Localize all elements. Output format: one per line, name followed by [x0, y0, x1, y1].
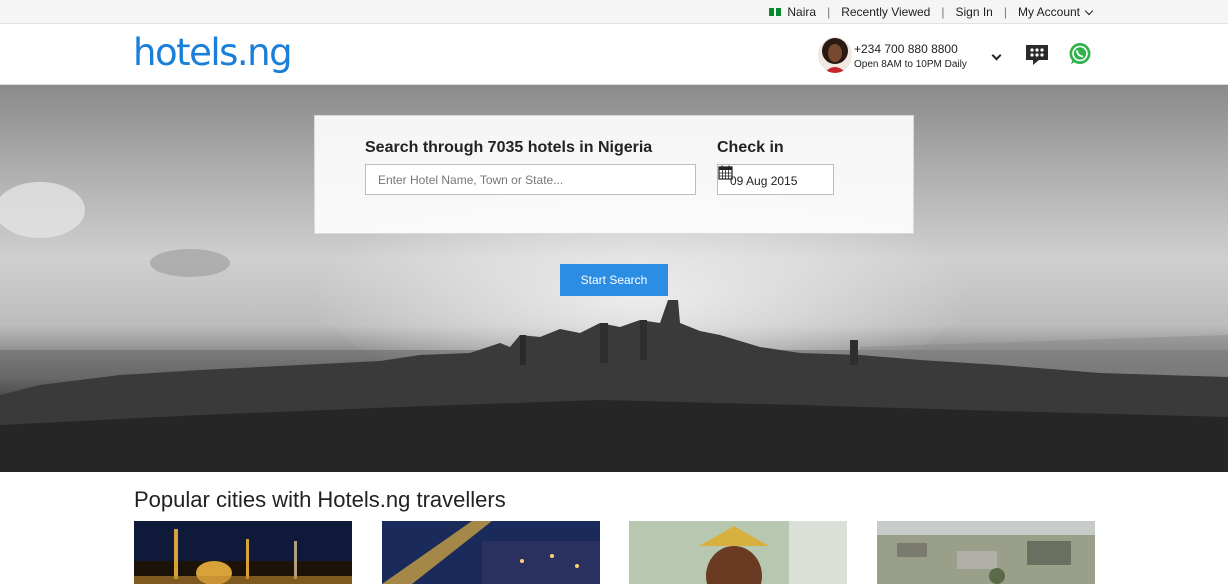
city-photo-mosque	[134, 521, 352, 584]
site-logo[interactable]: hotels.ng	[133, 31, 293, 75]
top-utility-bar: Naira | Recently Viewed | Sign In | My A…	[0, 0, 1228, 24]
my-account-menu[interactable]: My Account	[1017, 5, 1094, 19]
recently-viewed-link[interactable]: Recently Viewed	[841, 5, 930, 19]
hero-banner: Search through 7035 hotels in Nigeria Ch…	[0, 85, 1228, 472]
my-account-label: My Account	[1017, 5, 1080, 19]
contact-dropdown-chevron-icon[interactable]	[991, 50, 1002, 61]
site-header: hotels.ng +234 700 880 8800 Open 8AM to …	[0, 25, 1228, 85]
city-card-1[interactable]	[134, 521, 352, 584]
start-search-button[interactable]: Start Search	[560, 264, 668, 296]
hotel-search-panel: Search through 7035 hotels in Nigeria Ch…	[314, 115, 914, 234]
whatsapp-icon[interactable]	[1068, 42, 1092, 66]
nigeria-flag-icon	[769, 8, 783, 16]
bbm-icon[interactable]	[1024, 43, 1050, 67]
city-photo-aerial	[877, 521, 1095, 584]
support-phone[interactable]: +234 700 880 8800	[854, 42, 958, 56]
city-card-4[interactable]	[877, 521, 1095, 584]
chevron-down-icon	[1084, 6, 1094, 15]
support-agent-avatar	[818, 37, 852, 73]
hotel-search-input[interactable]	[365, 164, 696, 195]
checkin-label: Check in	[717, 139, 784, 156]
calendar-icon[interactable]	[718, 165, 733, 180]
city-photo-festival	[629, 521, 847, 584]
checkin-date-field[interactable]: 09 Aug 2015	[717, 164, 834, 195]
currency-selector[interactable]: Naira	[787, 5, 816, 19]
checkin-date-value: 09 Aug 2015	[730, 174, 798, 188]
support-hours: Open 8AM to 10PM Daily	[854, 59, 967, 70]
search-title: Search through 7035 hotels in Nigeria	[365, 139, 653, 156]
city-card-3[interactable]	[629, 521, 847, 584]
topbar-links: Naira | Recently Viewed | Sign In | My A…	[769, 0, 1094, 24]
city-photo-bridge	[382, 521, 600, 584]
popular-cities-heading: Popular cities with Hotels.ng travellers	[134, 487, 506, 512]
sign-in-link[interactable]: Sign In	[955, 5, 992, 19]
city-card-2[interactable]	[382, 521, 600, 584]
